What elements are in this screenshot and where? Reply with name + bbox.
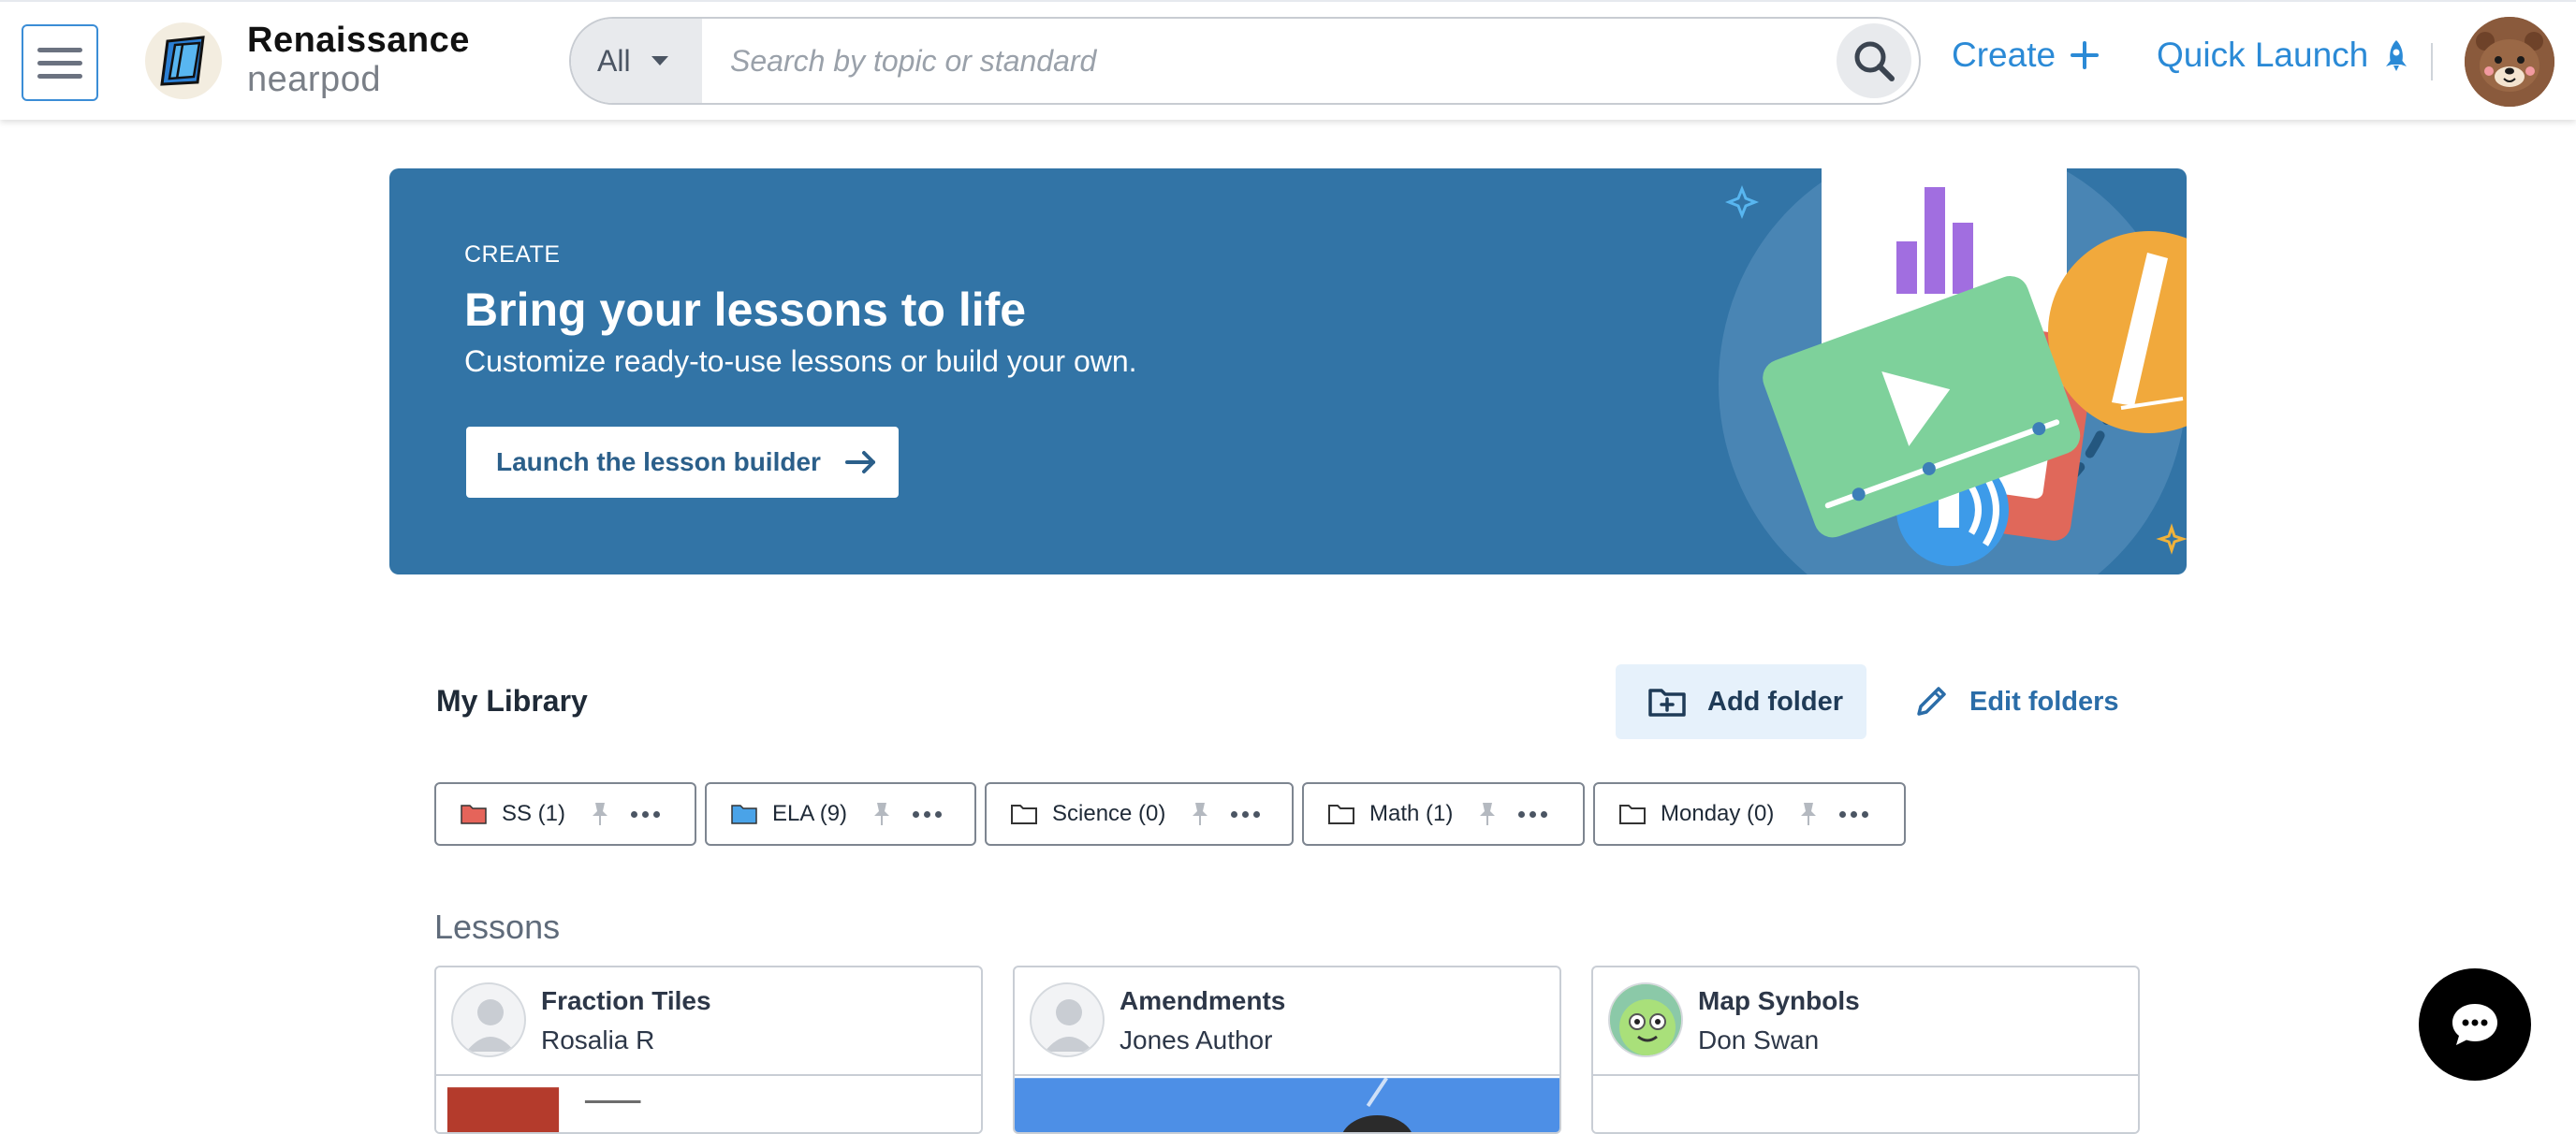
author-avatar bbox=[451, 982, 526, 1057]
launch-lesson-builder-label: Launch the lesson builder bbox=[496, 447, 821, 476]
lesson-card[interactable]: Amendments Jones Author bbox=[1013, 966, 1561, 1134]
nearpod-logo-icon[interactable] bbox=[145, 22, 222, 99]
add-folder-label: Add folder bbox=[1707, 686, 1843, 717]
lesson-author: Don Swan bbox=[1698, 1025, 1820, 1054]
create-label: Create bbox=[1952, 36, 2056, 74]
menu-line bbox=[37, 73, 82, 79]
user-avatar[interactable] bbox=[2465, 17, 2554, 107]
edit-folders-label: Edit folders bbox=[1969, 686, 2119, 717]
chat-bubble-icon bbox=[2452, 1004, 2497, 1045]
search-input[interactable] bbox=[730, 19, 1666, 103]
author-avatar bbox=[1608, 982, 1683, 1057]
folder-chip-monday[interactable]: Monday (0) bbox=[1593, 782, 1906, 846]
folder-name: SS (1) bbox=[502, 801, 566, 826]
lesson-card-header: Fraction Tiles Rosalia R bbox=[436, 967, 981, 1076]
folder-icon bbox=[1619, 805, 1646, 824]
lesson-card-header: Map Synbols Don Swan bbox=[1593, 967, 2138, 1076]
pin-icon[interactable] bbox=[1800, 802, 1817, 826]
search-button[interactable] bbox=[1837, 23, 1911, 98]
folder-more-menu[interactable] bbox=[913, 810, 943, 818]
folder-chip-math[interactable]: Math (1) bbox=[1302, 782, 1585, 846]
edit-folders-button[interactable]: Edit folders bbox=[1913, 664, 2119, 739]
banner-title: Bring your lessons to life bbox=[464, 284, 1027, 336]
folder-chip-ela[interactable]: ELA (9) bbox=[705, 782, 976, 846]
lesson-card-header: Amendments Jones Author bbox=[1015, 967, 1559, 1076]
lesson-title: Amendments bbox=[1120, 986, 1286, 1015]
my-library-title: My Library bbox=[436, 684, 588, 718]
lesson-card[interactable]: Map Synbols Don Swan bbox=[1591, 966, 2140, 1134]
create-button[interactable]: Create bbox=[1952, 36, 2100, 75]
lesson-thumbnail bbox=[1593, 1078, 2138, 1132]
folder-list: SS (1) ELA (9) Science (0) Math (1) Mond… bbox=[434, 782, 1906, 846]
top-header: Renaissance nearpod All Create Quick Lau… bbox=[0, 0, 2576, 120]
lesson-title: Map Synbols bbox=[1698, 986, 1860, 1015]
search-icon bbox=[1854, 41, 1895, 81]
banner-subtitle: Customize ready-to-use lessons or build … bbox=[464, 344, 1137, 378]
lesson-thumbnail bbox=[1015, 1078, 1559, 1132]
header-divider bbox=[2431, 43, 2433, 80]
menu-line bbox=[37, 60, 82, 65]
lesson-title: Fraction Tiles bbox=[541, 986, 711, 1015]
folder-icon bbox=[461, 805, 487, 824]
pin-icon[interactable] bbox=[873, 802, 890, 826]
folder-icon bbox=[1011, 805, 1037, 824]
folder-icon bbox=[731, 805, 757, 824]
author-avatar bbox=[1030, 982, 1105, 1057]
pin-icon[interactable] bbox=[1192, 802, 1208, 826]
folder-name: Monday (0) bbox=[1661, 801, 1775, 826]
create-banner: CREATE Bring your lessons to life Custom… bbox=[389, 168, 2187, 574]
folder-name: Science (0) bbox=[1052, 801, 1166, 826]
lesson-card[interactable]: Fraction Tiles Rosalia R bbox=[434, 966, 983, 1134]
arrow-right-icon bbox=[844, 451, 875, 473]
folder-more-menu[interactable] bbox=[631, 810, 661, 818]
folder-more-menu[interactable] bbox=[1518, 810, 1548, 818]
quick-launch-label: Quick Launch bbox=[2157, 36, 2369, 74]
folder-icon bbox=[1328, 805, 1354, 824]
menu-line bbox=[37, 47, 82, 52]
launch-lesson-builder-button[interactable]: Launch the lesson builder bbox=[466, 427, 899, 498]
pin-icon[interactable] bbox=[592, 802, 608, 826]
search-scope-dropdown[interactable]: All bbox=[571, 19, 702, 103]
hamburger-menu-button[interactable] bbox=[22, 24, 98, 101]
lesson-author: Jones Author bbox=[1120, 1025, 1273, 1054]
pin-icon[interactable] bbox=[1479, 802, 1496, 826]
chat-support-button[interactable] bbox=[2419, 968, 2531, 1081]
folder-more-menu[interactable] bbox=[1839, 810, 1869, 818]
lesson-thumbnail bbox=[436, 1078, 981, 1132]
folder-chip-science[interactable]: Science (0) bbox=[985, 782, 1294, 846]
lesson-author: Rosalia R bbox=[541, 1025, 655, 1054]
search-bar: All bbox=[569, 17, 1921, 105]
brand-name: Renaissance bbox=[247, 21, 470, 60]
caret-down-icon bbox=[651, 56, 668, 65]
quick-launch-button[interactable]: Quick Launch bbox=[2157, 36, 2409, 75]
folder-name: Math (1) bbox=[1369, 801, 1454, 826]
lessons-section-title: Lessons bbox=[434, 908, 561, 946]
banner-kicker: CREATE bbox=[464, 241, 561, 268]
banner-illustration bbox=[1719, 168, 2187, 574]
add-folder-button[interactable]: Add folder bbox=[1616, 664, 1866, 739]
folder-chip-ss[interactable]: SS (1) bbox=[434, 782, 696, 846]
brand-product: nearpod bbox=[247, 60, 381, 99]
folder-name: ELA (9) bbox=[772, 801, 848, 826]
search-scope-value: All bbox=[597, 43, 631, 78]
folder-plus-icon bbox=[1648, 689, 1686, 717]
plus-icon bbox=[2071, 41, 2100, 69]
pencil-icon bbox=[1917, 687, 1946, 716]
folder-more-menu[interactable] bbox=[1231, 810, 1261, 818]
rocket-icon bbox=[2386, 40, 2408, 71]
